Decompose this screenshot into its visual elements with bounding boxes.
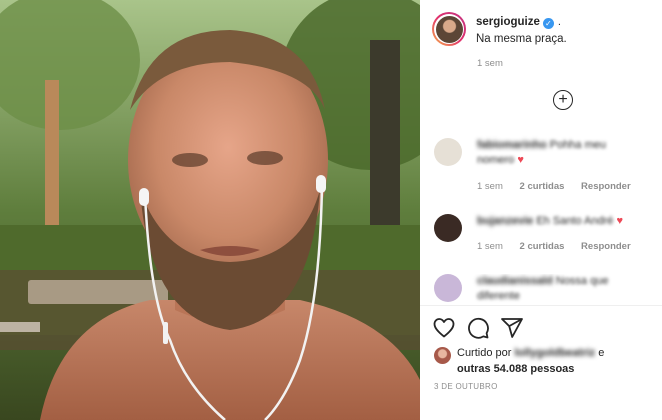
post-side-panel: sergioguize ✓. Na mesma praça. 1 sem + fa… [420, 0, 662, 420]
comment-meta: 1 sem 2 curtidas Responder [477, 241, 645, 252]
post-caption: Na mesma praça. [476, 33, 567, 45]
likes-others-count[interactable]: outras 54.088 pessoas [457, 363, 574, 375]
comment-text: Nossa que [555, 275, 609, 287]
comment-avatar[interactable] [434, 274, 462, 302]
caption-text-block: sergioguize ✓. Na mesma praça. [476, 14, 567, 47]
post-photo[interactable] [0, 0, 420, 420]
comment-body: claudianissald Nossa que diferente [477, 274, 652, 304]
comment-body: fabiomarinho Pohha meu nomero ♥ [477, 138, 652, 168]
caption-dot: . [557, 16, 561, 28]
comment-username[interactable]: claudianissald [477, 275, 553, 287]
comment-username[interactable]: bujanzevie [477, 215, 533, 227]
share-icon[interactable] [500, 316, 524, 340]
comment-likes[interactable]: 2 curtidas [520, 181, 565, 192]
comment-item: fabiomarinho Pohha meu nomero ♥ 1 sem 2 … [434, 138, 654, 198]
likes-summary: Curtido por lollygoldbeatriz e outras 54… [434, 345, 654, 377]
comment-text: nomero [477, 154, 515, 166]
load-more-comments-icon[interactable]: + [553, 90, 573, 110]
liker-avatar[interactable] [434, 347, 451, 364]
comment-body: bujanzevie Eh Santo André ♥ [477, 214, 652, 229]
comment-avatar[interactable] [434, 214, 462, 242]
comment-heart-emoji-icon: ♥ [616, 215, 623, 227]
post-date: 3 DE OUTUBRO [434, 382, 498, 391]
caption-row: sergioguize ✓. Na mesma praça. [432, 12, 567, 47]
reply-button[interactable]: Responder [581, 241, 631, 252]
author-username[interactable]: sergioguize [476, 16, 540, 28]
comment-text: diferente [477, 290, 520, 302]
comment-item: claudianissald Nossa que diferente [434, 274, 654, 304]
actions-divider [420, 305, 662, 306]
likes-prefix: Curtido por [457, 347, 512, 359]
avatar-inner-ring [434, 14, 464, 44]
likes-conjunction: e [598, 347, 605, 359]
comment-likes[interactable]: 2 curtidas [520, 241, 565, 252]
comment-time: 1 sem [477, 181, 503, 192]
photo-illustration [0, 0, 420, 420]
verified-badge-icon: ✓ [542, 18, 554, 29]
comment-icon[interactable] [466, 316, 490, 340]
reply-button[interactable]: Responder [581, 181, 631, 192]
author-avatar-image [435, 15, 463, 43]
comment-text: Pohha meu [549, 139, 606, 151]
comment-meta: 1 sem 2 curtidas Responder [477, 181, 645, 192]
comment-text: Eh Santo André [536, 215, 614, 227]
likes-text: Curtido por lollygoldbeatriz e outras 54… [457, 345, 654, 377]
comment-avatar[interactable] [434, 138, 462, 166]
author-avatar[interactable] [432, 12, 466, 46]
comment-username[interactable]: fabiomarinho [477, 139, 547, 151]
post-actions [432, 316, 534, 340]
heart-icon[interactable] [432, 316, 456, 340]
comment-heart-emoji-icon: ♥ [517, 154, 524, 166]
comment-item: bujanzevie Eh Santo André ♥ 1 sem 2 curt… [434, 214, 654, 264]
liker-username[interactable]: lollygoldbeatriz [514, 347, 595, 359]
caption-timestamp[interactable]: 1 sem [477, 58, 503, 69]
comment-time: 1 sem [477, 241, 503, 252]
